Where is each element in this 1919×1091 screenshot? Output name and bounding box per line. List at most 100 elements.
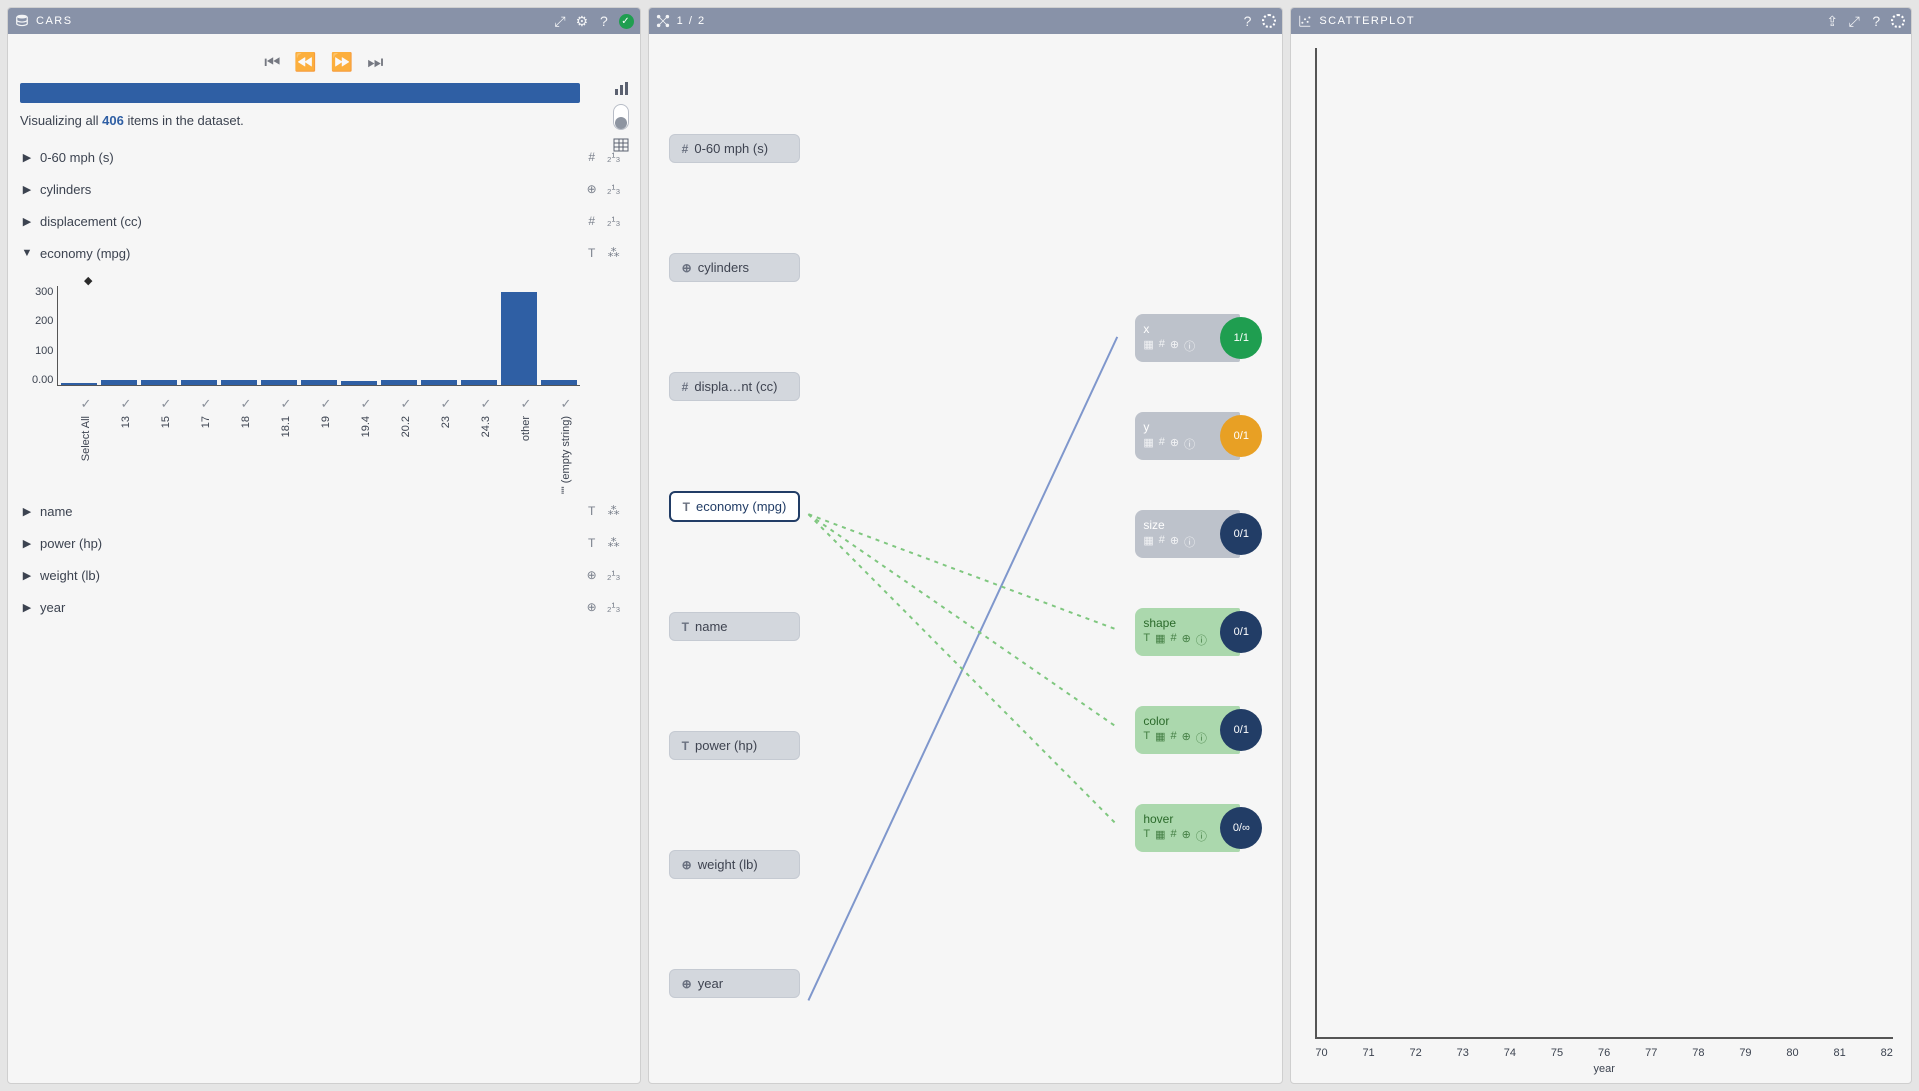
check-icon[interactable]: ✓ bbox=[161, 396, 172, 412]
check-icon[interactable]: ✓ bbox=[121, 396, 132, 412]
x-tick[interactable]: ✓20.2 bbox=[388, 396, 424, 494]
x-tick: 76 bbox=[1598, 1047, 1610, 1059]
help-icon[interactable]: ? bbox=[597, 13, 613, 29]
type-icon: ⊕ bbox=[682, 977, 692, 991]
target-y[interactable]: y▦#⊕ⓘ0/1 bbox=[1135, 412, 1262, 460]
rewind-icon[interactable]: ⏪ bbox=[294, 52, 316, 73]
x-tick[interactable]: ✓Select All bbox=[68, 396, 104, 494]
help-icon[interactable]: ? bbox=[1240, 13, 1256, 29]
x-tick[interactable]: ✓19.4 bbox=[348, 396, 384, 494]
chevron-right-icon[interactable]: ▶ bbox=[20, 215, 34, 228]
check-icon[interactable]: ✓ bbox=[81, 396, 92, 412]
histogram-bar[interactable] bbox=[541, 380, 577, 385]
bar-chart-icon[interactable] bbox=[612, 80, 630, 98]
histogram-bar[interactable] bbox=[221, 380, 257, 385]
selection-bar[interactable] bbox=[20, 83, 580, 103]
attr-row-year[interactable]: ▶year⊕₂¹₃ bbox=[20, 592, 622, 622]
histogram-bar[interactable] bbox=[461, 380, 497, 385]
gear-icon[interactable]: ⚙ bbox=[575, 13, 591, 29]
check-icon[interactable]: ✓ bbox=[281, 396, 292, 412]
type-icon: ⊕ bbox=[682, 261, 692, 275]
attr-type-icons: ⊕₂¹₃ bbox=[584, 600, 622, 614]
scatter-body: 70717273747576777879808182 year bbox=[1291, 34, 1911, 1083]
x-tick[interactable]: ✓19 bbox=[308, 396, 344, 494]
export-icon[interactable]: ⇪ bbox=[1825, 13, 1841, 29]
source-pill-displa-nt-cc-[interactable]: #displa…nt (cc) bbox=[669, 372, 801, 401]
check-icon[interactable]: ✓ bbox=[401, 396, 412, 412]
chevron-down-icon[interactable]: ▼ bbox=[20, 247, 34, 259]
chevron-right-icon[interactable]: ▶ bbox=[20, 537, 34, 550]
view-toggle[interactable] bbox=[613, 104, 629, 130]
source-pill-power-hp-[interactable]: Tpower (hp) bbox=[669, 731, 801, 760]
histogram-bar[interactable] bbox=[261, 380, 297, 385]
expand-icon[interactable]: ⤢ bbox=[553, 13, 569, 29]
source-label: cylinders bbox=[698, 260, 749, 275]
source-pill-name[interactable]: Tname bbox=[669, 612, 801, 641]
attr-row-cylinders[interactable]: ▶cylinders⊕₂¹₃ bbox=[20, 174, 622, 204]
skip-end-icon[interactable]: ⏭ bbox=[367, 52, 383, 73]
histogram-bar[interactable] bbox=[501, 292, 537, 385]
check-icon[interactable]: ✓ bbox=[321, 396, 332, 412]
attr-row-displacement-cc-[interactable]: ▶displacement (cc)#₂¹₃ bbox=[20, 206, 622, 236]
scatter-plot-area[interactable] bbox=[1315, 48, 1893, 1039]
chevron-right-icon[interactable]: ▶ bbox=[20, 505, 34, 518]
source-pill-weight-lb-[interactable]: ⊕weight (lb) bbox=[669, 850, 801, 879]
x-tick[interactable]: ✓"" (empty string) bbox=[548, 396, 584, 494]
check-icon[interactable]: ✓ bbox=[361, 396, 372, 412]
attr-row-weight-lb-[interactable]: ▶weight (lb)⊕₂¹₃ bbox=[20, 560, 622, 590]
x-tick: 81 bbox=[1834, 1047, 1846, 1059]
x-tick: 75 bbox=[1551, 1047, 1563, 1059]
x-tick[interactable]: ✓18 bbox=[228, 396, 264, 494]
check-icon[interactable]: ✓ bbox=[561, 396, 572, 412]
attr-label: economy (mpg) bbox=[40, 246, 584, 261]
check-icon[interactable]: ✓ bbox=[241, 396, 252, 412]
skip-start-icon[interactable]: ⏮ bbox=[264, 52, 280, 73]
histogram-bar[interactable] bbox=[341, 381, 377, 385]
histogram-bar[interactable] bbox=[61, 383, 97, 385]
check-icon[interactable]: ✓ bbox=[201, 396, 212, 412]
target-x[interactable]: x▦#⊕ⓘ1/1 bbox=[1135, 314, 1262, 362]
chevron-right-icon[interactable]: ▶ bbox=[20, 183, 34, 196]
histogram-bar[interactable] bbox=[301, 380, 337, 385]
attr-row-economy-mpg-[interactable]: ▼economy (mpg)T⁂ bbox=[20, 238, 622, 268]
attr-row-0-60-mph-s-[interactable]: ▶0-60 mph (s)#₂¹₃ bbox=[20, 142, 622, 172]
forward-icon[interactable]: ⏩ bbox=[331, 52, 353, 73]
check-icon[interactable]: ✓ bbox=[481, 396, 492, 412]
economy-histogram: ◆3002001000.00✓Select All✓13✓15✓17✓18✓18… bbox=[20, 270, 622, 494]
scatter-title: SCATTERPLOT bbox=[1319, 15, 1415, 27]
histogram-bar[interactable] bbox=[141, 380, 177, 385]
histogram-bar[interactable] bbox=[181, 380, 217, 385]
x-tick: 78 bbox=[1692, 1047, 1704, 1059]
attr-row-name[interactable]: ▶nameT⁂ bbox=[20, 496, 622, 526]
histogram-bar[interactable] bbox=[421, 380, 457, 385]
check-icon[interactable]: ✓ bbox=[521, 396, 532, 412]
attr-row-power-hp-[interactable]: ▶power (hp)T⁂ bbox=[20, 528, 622, 558]
target-color[interactable]: colorT▦#⊕ⓘ0/1 bbox=[1135, 706, 1262, 754]
chevron-right-icon[interactable]: ▶ bbox=[20, 569, 34, 582]
attr-label: weight (lb) bbox=[40, 568, 584, 583]
x-tick[interactable]: ✓17 bbox=[188, 396, 224, 494]
x-tick[interactable]: ✓15 bbox=[148, 396, 184, 494]
target-hover[interactable]: hoverT▦#⊕ⓘ0/∞ bbox=[1135, 804, 1262, 852]
attr-type-icons: #₂¹₃ bbox=[584, 214, 622, 228]
histogram-bar[interactable] bbox=[101, 380, 137, 385]
check-icon[interactable]: ✓ bbox=[441, 396, 452, 412]
expand-icon[interactable]: ⤢ bbox=[1847, 13, 1863, 29]
help-icon[interactable]: ? bbox=[1869, 13, 1885, 29]
chevron-right-icon[interactable]: ▶ bbox=[20, 151, 34, 164]
x-tick[interactable]: ✓18.1 bbox=[268, 396, 304, 494]
target-size[interactable]: size▦#⊕ⓘ0/1 bbox=[1135, 510, 1262, 558]
x-tick[interactable]: ✓13 bbox=[108, 396, 144, 494]
x-tick[interactable]: ✓other bbox=[508, 396, 544, 494]
source-pill-cylinders[interactable]: ⊕ cylinders bbox=[669, 253, 801, 282]
chevron-right-icon[interactable]: ▶ bbox=[20, 601, 34, 614]
source-pill-economy-mpg-[interactable]: Teconomy (mpg) bbox=[669, 491, 801, 522]
source-pill-year[interactable]: ⊕year bbox=[669, 969, 801, 998]
histogram-bar[interactable] bbox=[381, 380, 417, 385]
x-tick[interactable]: ✓24.3 bbox=[468, 396, 504, 494]
x-tick: 70 bbox=[1315, 1047, 1327, 1059]
source-pill-0-60-mph-s-[interactable]: #0-60 mph (s) bbox=[669, 134, 801, 163]
target-shape[interactable]: shapeT▦#⊕ⓘ0/1 bbox=[1135, 608, 1262, 656]
x-tick[interactable]: ✓23 bbox=[428, 396, 464, 494]
source-column: #0-60 mph (s) ⊕ cylinders #displa…nt (cc) Te… bbox=[669, 134, 801, 998]
